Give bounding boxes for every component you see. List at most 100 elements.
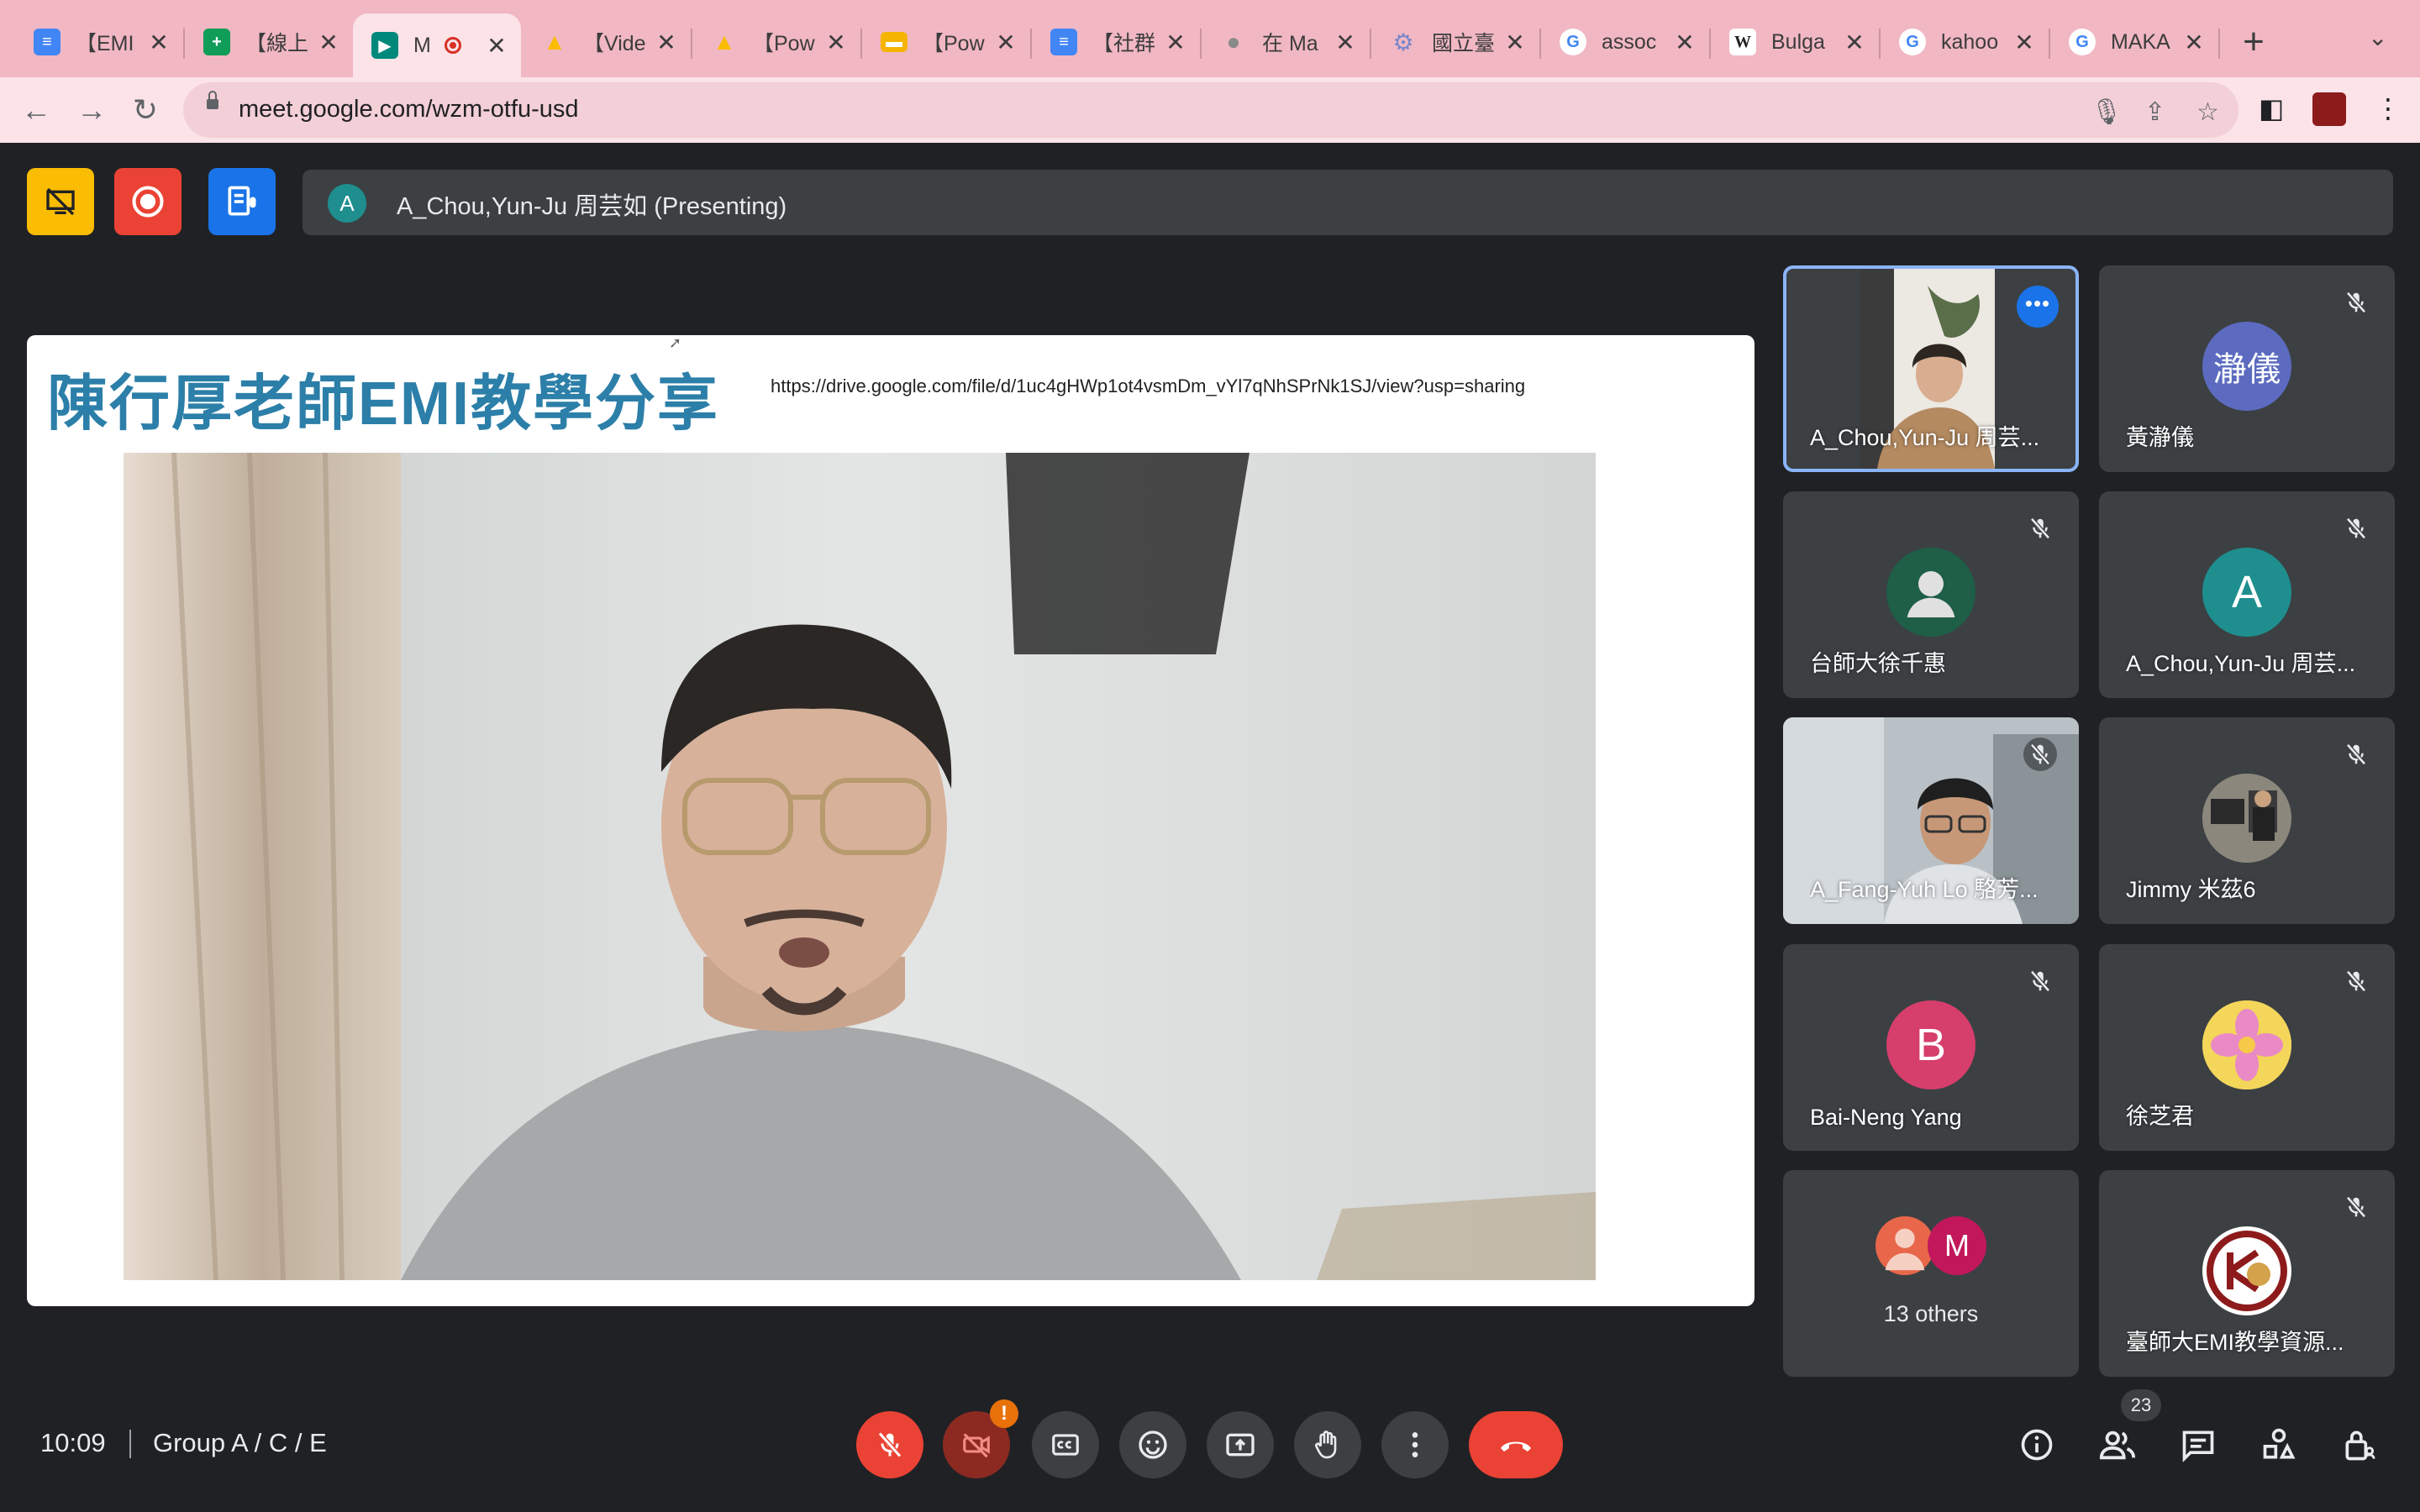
browser-tab[interactable]: G assoc ✕	[1541, 12, 1709, 72]
person-avatar-icon	[1876, 1216, 1934, 1275]
participant-name: 黃瀞儀	[2126, 425, 2194, 450]
participant-tile[interactable]: 臺師大EMI教學資源...	[2099, 1170, 2395, 1377]
captions-button[interactable]	[1032, 1411, 1099, 1478]
browser-tab-active[interactable]: ▶ M ✕	[353, 13, 521, 77]
transcript-button[interactable]	[208, 168, 276, 235]
participant-name: A_Chou,Yun-Ju 周芸...	[1810, 425, 2040, 450]
presentation-stage[interactable]: 陳行厚老師EMI教學分享 https://drive.google.com/fi…	[27, 335, 1754, 1306]
browser-tab[interactable]: ⚙ 國立臺 ✕	[1371, 12, 1539, 72]
slide-title: 陳行厚老師EMI教學分享	[47, 370, 720, 438]
others-tile[interactable]: M 13 others	[1783, 1170, 2079, 1377]
browser-tab[interactable]: ▬ 【Pow ✕	[862, 12, 1030, 72]
university-icon: ⚙	[1392, 29, 1414, 55]
google-icon: G	[1899, 29, 1926, 55]
participant-tile[interactable]: A A_Chou,Yun-Ju 周芸...	[2099, 491, 2395, 698]
browser-tab[interactable]: ● 在 Ma ✕	[1202, 12, 1370, 72]
mic-toggle-button[interactable]	[856, 1411, 923, 1478]
mic-off-icon	[2339, 512, 2373, 545]
tab-title: 【Vide	[583, 32, 646, 55]
side-panel-icon[interactable]: ◧	[2259, 92, 2284, 124]
stop-presenting-button[interactable]	[27, 168, 94, 235]
people-button[interactable]	[2094, 1421, 2141, 1468]
browser-tab[interactable]: ≡ 【EMI ✕	[15, 12, 183, 72]
more-vert-icon	[1412, 1432, 1418, 1457]
more-options-button[interactable]	[1381, 1411, 1449, 1478]
captions-icon	[1052, 1434, 1079, 1456]
browser-tab[interactable]: + 【線上 ✕	[185, 12, 353, 72]
close-tab-icon[interactable]: ✕	[1842, 29, 1867, 56]
close-tab-icon[interactable]: ✕	[484, 32, 509, 60]
raise-hand-button[interactable]	[1294, 1411, 1361, 1478]
presenting-label: A_Chou,Yun-Ju 周芸如 (Presenting)	[397, 193, 787, 220]
leave-call-button[interactable]	[1469, 1411, 1563, 1478]
drive-icon: ▲	[543, 29, 566, 55]
extension-icon[interactable]	[2312, 92, 2346, 126]
tab-title: 【社群	[1092, 32, 1156, 55]
mic-off-icon	[2339, 964, 2373, 998]
speaker-video	[124, 453, 1596, 1280]
tab-title: 【Pow	[753, 32, 815, 55]
close-tab-icon[interactable]: ✕	[316, 29, 341, 56]
tab-search-chevron-icon[interactable]: ⌄	[2368, 24, 2387, 51]
address-bar-url[interactable]: meet.google.com/wzm-otfu-usd	[239, 96, 579, 123]
close-tab-icon[interactable]: ✕	[2181, 29, 2207, 56]
present-now-button[interactable]	[1207, 1411, 1274, 1478]
participant-tile[interactable]: Jimmy 米茲6	[2099, 717, 2395, 924]
google-icon: G	[2069, 29, 2096, 55]
participant-count-badge: 23	[2121, 1389, 2161, 1421]
slide-link: https://drive.google.com/file/d/1uc4gHWp…	[771, 375, 1526, 396]
close-tab-icon[interactable]: ✕	[1333, 29, 1358, 56]
browser-tab[interactable]: W Bulga ✕	[1711, 12, 1879, 72]
close-tab-icon[interactable]: ✕	[654, 29, 679, 56]
more-options-icon[interactable]: •••	[2017, 286, 2059, 328]
apple-icon: ●	[1226, 29, 1241, 55]
new-tab-plus-icon[interactable]: +	[2235, 18, 2272, 66]
participant-tile[interactable]: A_Fang-Yuh Lo 駱芳...	[1783, 717, 2079, 924]
address-bar[interactable]: meet.google.com/wzm-otfu-usd 🎙︎ ⇪ ☆	[183, 82, 2238, 138]
camera-toggle-button[interactable]: !	[943, 1399, 1018, 1478]
close-tab-icon[interactable]: ✕	[2012, 29, 2037, 56]
tab-title: M	[413, 33, 431, 57]
participant-name: 臺師大EMI教學資源...	[2126, 1330, 2344, 1355]
mic-off-icon	[2339, 738, 2373, 771]
browser-tab[interactable]: ≡ 【社群 ✕	[1032, 12, 1200, 72]
participant-name: Bai-Neng Yang	[1810, 1105, 1962, 1130]
presenting-banner: A A_Chou,Yun-Ju 周芸如 (Presenting)	[302, 170, 2393, 235]
back-arrow-icon[interactable]: ←	[17, 91, 55, 129]
activities-button[interactable]	[2255, 1421, 2302, 1468]
close-tab-icon[interactable]: ✕	[1163, 29, 1188, 56]
reload-icon[interactable]: ↻	[126, 91, 165, 129]
participant-tile[interactable]: 徐芝君	[2099, 944, 2395, 1151]
browser-tab[interactable]: ▲ 【Pow ✕	[692, 12, 860, 72]
microphone-icon[interactable]: 🎙︎	[2091, 97, 2123, 127]
recording-icon	[444, 37, 461, 54]
close-tab-icon[interactable]: ✕	[1502, 29, 1528, 56]
tab-title: 國立臺	[1432, 32, 1496, 55]
participant-tile[interactable]: ••• A_Chou,Yun-Ju 周芸...	[1783, 265, 2079, 472]
host-controls-button[interactable]	[2336, 1421, 2383, 1468]
chat-button[interactable]	[2175, 1421, 2222, 1468]
browser-menu-icon[interactable]: ⋮	[2375, 92, 2402, 124]
browser-tab[interactable]: G MAKA ✕	[2050, 12, 2218, 72]
close-tab-icon[interactable]: ✕	[1672, 29, 1697, 56]
participant-name: A_Chou,Yun-Ju 周芸...	[2126, 651, 2356, 676]
tab-title: 在 Ma	[1262, 32, 1318, 55]
reactions-button[interactable]	[1119, 1411, 1186, 1478]
forward-arrow-icon[interactable]: →	[72, 91, 111, 129]
browser-tab[interactable]: G kahoo ✕	[1881, 12, 2049, 72]
bookmark-star-icon[interactable]: ☆	[2196, 97, 2219, 127]
docs-icon: ≡	[1050, 29, 1077, 55]
close-tab-icon[interactable]: ✕	[993, 29, 1018, 56]
browser-tab-bar: ≡ 【EMI ✕ + 【線上 ✕ ▶ M ✕ ▲ 【Vide ✕ ▲ 【Pow …	[0, 0, 2420, 77]
meeting-details-button[interactable]	[2013, 1421, 2060, 1468]
participant-tile[interactable]: 瀞儀 黃瀞儀	[2099, 265, 2395, 472]
recording-button[interactable]	[114, 168, 182, 235]
participant-tile[interactable]: 台師大徐千惠	[1783, 491, 2079, 698]
participant-tile[interactable]: B Bai-Neng Yang	[1783, 944, 2079, 1151]
tab-title: Bulga	[1771, 29, 1825, 54]
share-icon[interactable]: ⇪	[2144, 97, 2165, 127]
close-tab-icon[interactable]: ✕	[823, 29, 849, 56]
close-tab-icon[interactable]: ✕	[146, 29, 171, 56]
browser-tab[interactable]: ▲ 【Vide ✕	[523, 12, 691, 72]
tab-divider	[2218, 29, 2220, 59]
